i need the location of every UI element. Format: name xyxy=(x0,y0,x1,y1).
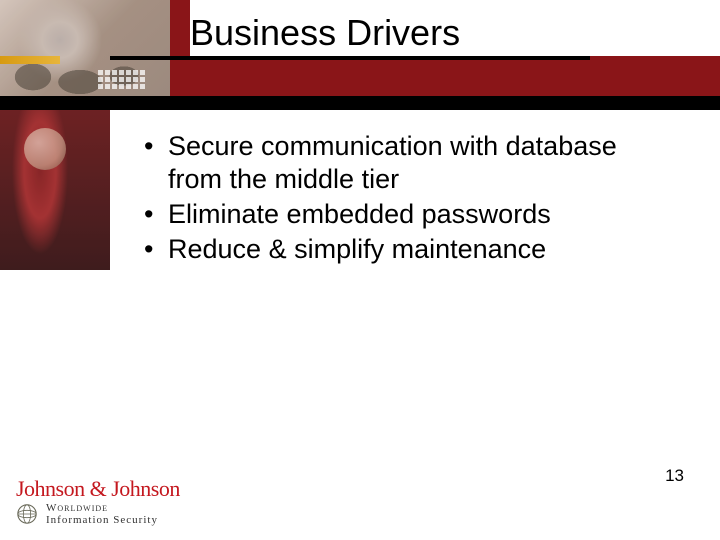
brand-wordmark: Johnson & Johnson xyxy=(16,478,246,500)
brand-subline: Worldwide Information Security xyxy=(16,502,246,526)
header-grid-decoration xyxy=(98,70,145,89)
globe-icon xyxy=(16,503,38,525)
page-number: 13 xyxy=(665,466,684,486)
header-black-strip xyxy=(0,96,720,110)
bullet-item: Reduce & simplify maintenance xyxy=(140,233,650,266)
title-underline xyxy=(110,56,590,60)
brand-sub-line1: Worldwide xyxy=(46,502,108,514)
brand-sub-line2: Information Security xyxy=(46,514,158,526)
footer-logo: Johnson & Johnson Worldwide Information … xyxy=(16,478,246,526)
bullet-list: Secure communication with database from … xyxy=(140,130,650,266)
content-area: Secure communication with database from … xyxy=(140,130,650,268)
bullet-text: Reduce & simplify maintenance xyxy=(168,234,546,264)
side-photo-figure xyxy=(24,128,66,170)
slide-title-text: Business Drivers xyxy=(190,12,460,54)
bullet-text: Secure communication with database from … xyxy=(168,131,617,194)
bullet-item: Eliminate embedded passwords xyxy=(140,198,650,231)
brand-subtext: Worldwide Information Security xyxy=(46,502,158,526)
bullet-text: Eliminate embedded passwords xyxy=(168,199,551,229)
gold-accent-bar xyxy=(0,56,60,64)
slide-title: Business Drivers xyxy=(190,0,720,56)
bullet-item: Secure communication with database from … xyxy=(140,130,650,196)
